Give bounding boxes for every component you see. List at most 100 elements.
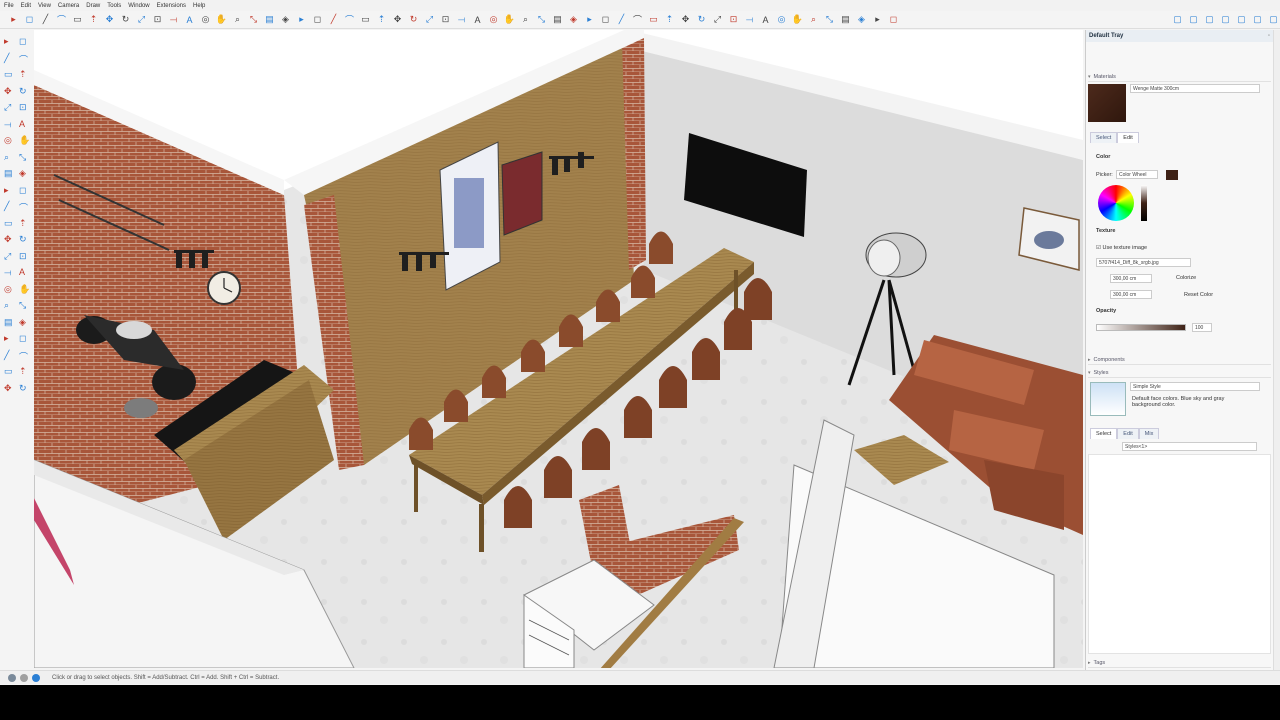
zoom-extents-icon[interactable]: ⤡ xyxy=(536,14,547,25)
texture-file-field[interactable]: 5707f414_Diff_8k_srgb.jpg xyxy=(1096,258,1191,267)
select-icon[interactable]: ▸ xyxy=(4,333,14,343)
push-pull-icon[interactable]: ⇡ xyxy=(19,69,29,79)
move-icon[interactable]: ✥ xyxy=(4,86,14,96)
rotate-icon[interactable]: ↻ xyxy=(408,14,419,25)
styles-icon[interactable]: ◈ xyxy=(19,168,29,178)
orbit-icon[interactable]: ◎ xyxy=(200,14,211,25)
tab-select[interactable]: Select xyxy=(1090,132,1118,143)
rotate-icon[interactable]: ↻ xyxy=(19,383,29,393)
opacity-slider[interactable] xyxy=(1096,324,1186,331)
line-icon[interactable]: ╱ xyxy=(4,350,14,360)
zoom-icon[interactable]: ⌕ xyxy=(4,300,14,310)
zoom-extents-icon[interactable]: ⤡ xyxy=(824,14,835,25)
menu-help[interactable]: Help xyxy=(193,3,205,9)
select-icon[interactable]: ▸ xyxy=(4,36,14,46)
push-pull-icon[interactable]: ⇡ xyxy=(88,14,99,25)
menu-draw[interactable]: Draw xyxy=(86,3,100,9)
materials-panel-header[interactable]: ▾ Materials xyxy=(1088,72,1271,82)
orbit-icon[interactable]: ◎ xyxy=(4,284,14,294)
arc-icon[interactable]: ⌒ xyxy=(19,201,29,213)
menu-edit[interactable]: Edit xyxy=(21,3,31,9)
styles-icon[interactable]: ◈ xyxy=(19,317,29,327)
offset-icon[interactable]: ⊡ xyxy=(19,102,29,112)
move-icon[interactable]: ✥ xyxy=(392,14,403,25)
tags-panel-header[interactable]: ▸ Tags xyxy=(1088,658,1271,668)
tape-icon[interactable]: ⟞ xyxy=(456,14,467,25)
rectangle-icon[interactable]: ▭ xyxy=(4,366,14,376)
rotate-icon[interactable]: ↻ xyxy=(696,14,707,25)
tray-toggle-icon[interactable]: ▢ xyxy=(1188,14,1199,25)
credits-icon[interactable] xyxy=(20,673,28,682)
rotate-icon[interactable]: ↻ xyxy=(19,86,29,96)
zoom-icon[interactable]: ⌕ xyxy=(808,14,819,25)
zoom-extents-icon[interactable]: ⤡ xyxy=(248,14,259,25)
scale-icon[interactable]: ⤢ xyxy=(424,14,435,25)
select-icon[interactable]: ▸ xyxy=(296,14,307,25)
tape-icon[interactable]: ⟞ xyxy=(744,14,755,25)
texture-height-field[interactable]: 300,00 cm xyxy=(1110,290,1152,299)
select-icon[interactable]: ▸ xyxy=(872,14,883,25)
move-icon[interactable]: ✥ xyxy=(680,14,691,25)
eraser-icon[interactable]: ◻ xyxy=(19,185,29,195)
section-icon[interactable]: ▤ xyxy=(4,168,14,178)
styles-list[interactable] xyxy=(1088,454,1271,654)
geolocation-icon[interactable] xyxy=(8,673,16,682)
select-icon[interactable]: ▸ xyxy=(8,14,19,25)
eraser-icon[interactable]: ◻ xyxy=(19,36,29,46)
line-icon[interactable]: ╱ xyxy=(4,53,14,63)
text-icon[interactable]: A xyxy=(19,267,29,277)
opacity-input[interactable]: 100 xyxy=(1192,323,1212,332)
line-icon[interactable]: ╱ xyxy=(40,14,51,25)
arc-icon[interactable]: ⌒ xyxy=(19,350,29,362)
style-name-field[interactable]: Simple Style xyxy=(1130,382,1260,391)
zoom-icon[interactable]: ⌕ xyxy=(232,14,243,25)
tray-toggle-icon[interactable]: ▢ xyxy=(1236,14,1247,25)
tab-mix[interactable]: Mix xyxy=(1138,428,1160,439)
tape-icon[interactable]: ⟞ xyxy=(4,119,14,129)
rectangle-icon[interactable]: ▭ xyxy=(360,14,371,25)
line-icon[interactable]: ╱ xyxy=(328,14,339,25)
current-color-swatch[interactable] xyxy=(1166,170,1178,180)
move-icon[interactable]: ✥ xyxy=(104,14,115,25)
zoom-extents-icon[interactable]: ⤡ xyxy=(19,300,29,310)
tray-toggle-icon[interactable]: ▢ xyxy=(1268,14,1279,25)
tray-toggle-icon[interactable]: ▢ xyxy=(1220,14,1231,25)
select-icon[interactable]: ▸ xyxy=(584,14,595,25)
style-thumbnail[interactable] xyxy=(1090,382,1126,416)
menu-view[interactable]: View xyxy=(38,3,51,9)
arc-icon[interactable]: ⌒ xyxy=(19,53,29,65)
menu-tools[interactable]: Tools xyxy=(107,3,121,9)
tab-edit[interactable]: Edit xyxy=(1117,428,1139,439)
rotate-icon[interactable]: ↻ xyxy=(19,234,29,244)
offset-icon[interactable]: ⊡ xyxy=(19,251,29,261)
tray-scrollbar[interactable] xyxy=(1273,30,1280,670)
reset-color-label[interactable]: Reset Color xyxy=(1184,292,1213,298)
push-pull-icon[interactable]: ⇡ xyxy=(664,14,675,25)
styles-icon[interactable]: ◈ xyxy=(856,14,867,25)
tape-icon[interactable]: ⟞ xyxy=(4,267,14,277)
pan-icon[interactable]: ✋ xyxy=(216,14,227,25)
eraser-icon[interactable]: ◻ xyxy=(312,14,323,25)
section-icon[interactable]: ▤ xyxy=(552,14,563,25)
section-icon[interactable]: ▤ xyxy=(4,317,14,327)
color-wheel[interactable] xyxy=(1098,185,1134,221)
menu-window[interactable]: Window xyxy=(128,3,149,9)
tray-toggle-icon[interactable]: ▢ xyxy=(1172,14,1183,25)
tab-edit[interactable]: Edit xyxy=(1117,132,1139,143)
rectangle-icon[interactable]: ▭ xyxy=(72,14,83,25)
eraser-icon[interactable]: ◻ xyxy=(600,14,611,25)
use-texture-checkbox[interactable]: ☑ Use texture image xyxy=(1096,245,1147,251)
section-icon[interactable]: ▤ xyxy=(264,14,275,25)
orbit-icon[interactable]: ◎ xyxy=(488,14,499,25)
eraser-icon[interactable]: ◻ xyxy=(24,14,35,25)
scale-icon[interactable]: ⤢ xyxy=(712,14,723,25)
menu-camera[interactable]: Camera xyxy=(58,3,79,9)
orbit-icon[interactable]: ◎ xyxy=(4,135,14,145)
texture-width-field[interactable]: 300,00 cm xyxy=(1110,274,1152,283)
picker-select[interactable]: Color Wheel xyxy=(1116,170,1158,179)
tray-pin-icon[interactable]: ▫ xyxy=(1268,33,1270,39)
styles-icon[interactable]: ◈ xyxy=(568,14,579,25)
text-icon[interactable]: A xyxy=(19,119,29,129)
arc-icon[interactable]: ⌒ xyxy=(56,14,67,25)
styles-collection-select[interactable]: Styles<1> xyxy=(1122,442,1257,451)
